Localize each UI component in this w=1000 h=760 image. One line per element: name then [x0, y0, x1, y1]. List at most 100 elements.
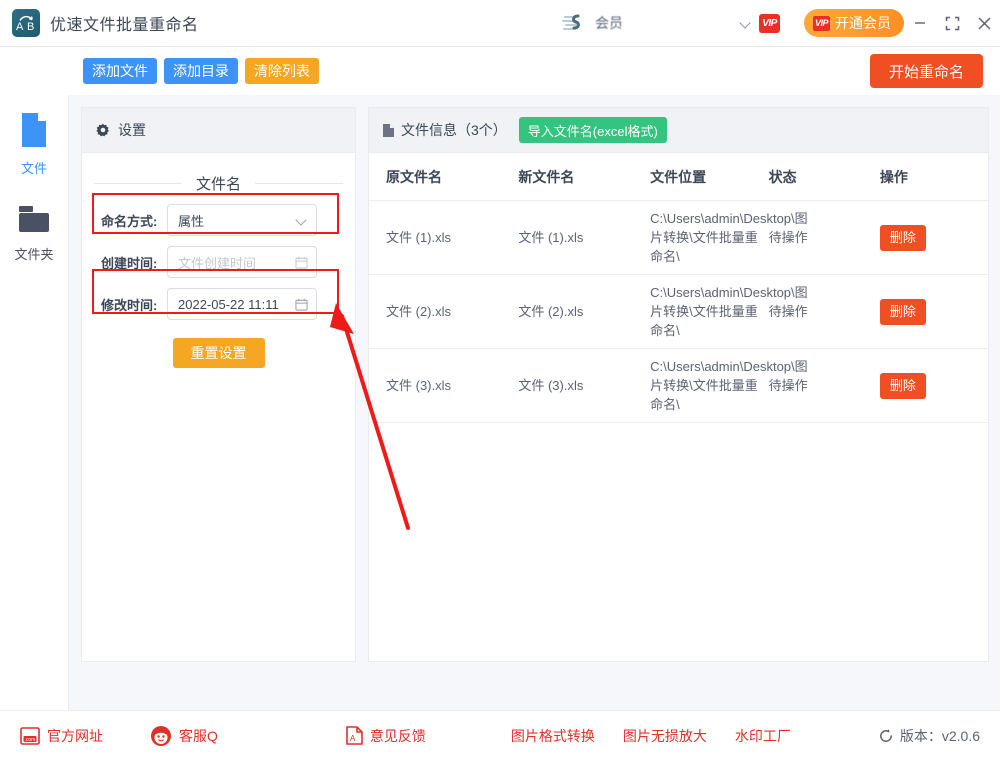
column-header-status: 状态	[769, 153, 880, 201]
svg-text:A: A	[350, 734, 356, 743]
chevron-down-icon	[296, 214, 308, 226]
delete-button[interactable]: 删除	[880, 299, 926, 325]
table-header-row: 原文件名 新文件名 文件位置 状态 操作	[369, 153, 988, 201]
file-info-header: 文件信息（3个） 导入文件名(excel格式)	[369, 108, 988, 153]
document-icon	[382, 123, 395, 138]
feedback-link[interactable]: A 意见反馈	[346, 726, 426, 746]
main-content: 设置 文件名 命名方式: 属性 创建时间: 文件创建时间	[68, 95, 1000, 710]
cell-location: C:\Users\admin\Desktop\图片转换\文件批量重命名\	[650, 349, 768, 423]
toolbar: 添加文件 添加目录 清除列表 开始重命名	[0, 47, 1000, 95]
file-info-panel: 文件信息（3个） 导入文件名(excel格式) 原文件名 新文件名 文件位置 状…	[368, 107, 989, 662]
modify-time-value: 2022-05-22 11:11	[178, 297, 295, 312]
user-name: 会员	[595, 13, 621, 33]
divider-line-left	[94, 183, 182, 184]
svg-text:.com: .com	[25, 737, 36, 743]
cell-action: 删除	[880, 275, 988, 349]
link-image-format-convert[interactable]: 图片格式转换	[511, 726, 595, 746]
close-button[interactable]	[968, 0, 1000, 47]
open-vip-button[interactable]: VIP 开通会员	[804, 9, 904, 37]
sidebar-item-file[interactable]: 文件	[0, 95, 68, 187]
settings-panel: 设置 文件名 命名方式: 属性 创建时间: 文件创建时间	[81, 107, 356, 662]
user-account-area[interactable]: 会员 VIP	[562, 0, 780, 47]
file-table-body: 文件 (1).xls 文件 (1).xls C:\Users\admin\Des…	[369, 201, 988, 423]
cell-original: 文件 (2).xls	[369, 275, 518, 349]
file-table-head: 原文件名 新文件名 文件位置 状态 操作	[369, 153, 988, 201]
settings-title: 设置	[118, 120, 146, 140]
calendar-icon	[295, 256, 308, 269]
modify-time-label: 修改时间:	[101, 295, 167, 314]
headset-avatar-icon	[150, 725, 172, 747]
support-qq-redaction	[220, 730, 330, 742]
cell-renamed: 文件 (3).xls	[518, 349, 650, 423]
app-window: A B 优速文件批量重命名 会员 VIP VIP 开通会员	[0, 0, 1000, 760]
create-time-row: 创建时间: 文件创建时间	[82, 246, 355, 278]
version-info[interactable]: 版本：v2.0.6	[878, 726, 980, 746]
cell-location: C:\Users\admin\Desktop\图片转换\文件批量重命名\	[650, 275, 768, 349]
version-label: 版本：v2.0.6	[900, 726, 980, 746]
chevron-down-icon[interactable]	[740, 17, 752, 29]
naming-mode-row: 命名方式: 属性	[82, 204, 355, 236]
vip-icon: VIP	[813, 16, 830, 31]
official-site-link[interactable]: .com 官方网址	[20, 726, 103, 746]
svg-text:B: B	[27, 21, 34, 33]
add-file-button[interactable]: 添加文件	[83, 58, 157, 84]
delete-button[interactable]: 删除	[880, 373, 926, 399]
avatar	[562, 13, 588, 33]
file-icon	[18, 111, 50, 149]
add-directory-button[interactable]: 添加目录	[164, 58, 238, 84]
folder-icon	[16, 203, 52, 235]
link-lossless-enlarge[interactable]: 图片无损放大	[623, 726, 707, 746]
create-time-placeholder: 文件创建时间	[178, 253, 295, 272]
user-name-redaction	[622, 17, 740, 30]
sidebar-item-folder[interactable]: 文件夹	[0, 187, 68, 279]
vip-badge-icon: VIP	[759, 14, 780, 33]
naming-mode-value: 属性	[178, 211, 296, 230]
table-row[interactable]: 文件 (3).xls 文件 (3).xls C:\Users\admin\Des…	[369, 349, 988, 423]
cell-action: 删除	[880, 201, 988, 275]
cell-renamed: 文件 (1).xls	[518, 201, 650, 275]
file-info-title: 文件信息（3个）	[401, 120, 507, 140]
sidebar: 文件 文件夹	[0, 95, 68, 710]
table-row[interactable]: 文件 (2).xls 文件 (2).xls C:\Users\admin\Des…	[369, 275, 988, 349]
cell-location: C:\Users\admin\Desktop\图片转换\文件批量重命名\	[650, 201, 768, 275]
modify-time-row: 修改时间: 2022-05-22 11:11	[82, 288, 355, 320]
file-table: 原文件名 新文件名 文件位置 状态 操作 文件 (1).xls 文件 (1).x…	[369, 153, 988, 423]
import-excel-button[interactable]: 导入文件名(excel格式)	[519, 117, 667, 143]
filename-section-divider: 文件名	[82, 173, 355, 194]
filename-section-title: 文件名	[182, 173, 255, 194]
refresh-icon	[878, 728, 894, 744]
naming-mode-select[interactable]: 属性	[167, 204, 317, 236]
settings-header: 设置	[82, 108, 355, 153]
title-bar: A B 优速文件批量重命名 会员 VIP VIP 开通会员	[0, 0, 1000, 47]
feedback-label: 意见反馈	[370, 726, 426, 746]
minimize-icon	[913, 16, 927, 30]
delete-button[interactable]: 删除	[880, 225, 926, 251]
clear-list-button[interactable]: 清除列表	[245, 58, 319, 84]
column-header-action: 操作	[880, 153, 988, 201]
cell-action: 删除	[880, 349, 988, 423]
com-icon: .com	[20, 727, 40, 745]
pdf-icon: A	[346, 726, 363, 745]
start-rename-button[interactable]: 开始重命名	[870, 54, 983, 88]
calendar-icon	[295, 298, 308, 311]
column-header-renamed: 新文件名	[518, 153, 650, 201]
minimize-button[interactable]	[904, 0, 936, 47]
naming-mode-label: 命名方式:	[101, 211, 167, 230]
cell-renamed: 文件 (2).xls	[518, 275, 650, 349]
support-qq-link[interactable]: 客服Q	[150, 725, 330, 747]
reset-button-wrap: 重置设置	[82, 338, 355, 368]
modify-time-input[interactable]: 2022-05-22 11:11	[167, 288, 317, 320]
column-header-location: 文件位置	[650, 153, 768, 201]
cell-original: 文件 (3).xls	[369, 349, 518, 423]
svg-text:A: A	[16, 21, 24, 33]
divider-line-right	[255, 183, 343, 184]
cell-original: 文件 (1).xls	[369, 201, 518, 275]
link-watermark-factory[interactable]: 水印工厂	[735, 726, 791, 746]
create-time-label: 创建时间:	[101, 253, 167, 272]
table-row[interactable]: 文件 (1).xls 文件 (1).xls C:\Users\admin\Des…	[369, 201, 988, 275]
reset-settings-button[interactable]: 重置设置	[173, 338, 265, 368]
sidebar-item-label: 文件夹	[14, 244, 53, 263]
maximize-button[interactable]	[936, 0, 968, 47]
create-time-input[interactable]: 文件创建时间	[167, 246, 317, 278]
close-icon	[977, 16, 992, 31]
